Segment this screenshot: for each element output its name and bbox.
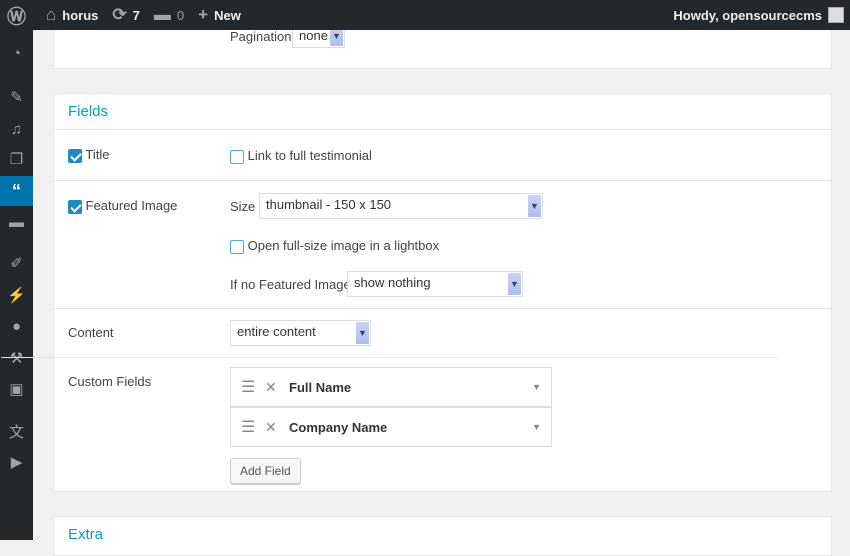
- updates-icon: ⟳: [112, 5, 127, 24]
- content-value: entire content: [237, 324, 316, 339]
- chevron-down-icon: ▼: [528, 195, 541, 217]
- users-icon[interactable]: ●: [0, 311, 33, 341]
- remove-x-icon[interactable]: ✕: [265, 419, 289, 436]
- add-field-button[interactable]: Add Field: [230, 458, 301, 484]
- new-content-link[interactable]: + New: [191, 0, 248, 30]
- no-image-value: show nothing: [354, 275, 431, 290]
- dashboard-icon[interactable]: ◔: [0, 38, 33, 68]
- extra-heading: Extra: [68, 526, 104, 543]
- lightbox-checkbox[interactable]: Open full-size image in a lightbox: [230, 238, 439, 254]
- pages-icon[interactable]: ❐: [0, 144, 33, 174]
- link-label: Link to full testimonial: [247, 148, 372, 163]
- expand-triangle-icon[interactable]: ▼: [532, 422, 541, 432]
- pagination-label: Pagination: [230, 29, 292, 44]
- custom-fields-row: Custom Fields ☰ ✕ Full Name ▼ ☰ ✕ Company Nam…: [1, 357, 778, 493]
- custom-field-item[interactable]: ☰ ✕ Company Name ▼: [230, 407, 552, 447]
- drag-handle-icon[interactable]: ☰: [241, 377, 265, 397]
- size-select[interactable]: thumbnail - 150 x 150 ▼: [259, 193, 543, 219]
- size-value: thumbnail - 150 x 150: [266, 197, 392, 212]
- wordpress-icon: Ⓦ: [7, 6, 27, 28]
- comments-count: 0: [176, 7, 185, 23]
- custom-field-item[interactable]: ☰ ✕ Full Name ▼: [230, 367, 552, 407]
- no-image-label: If no Featured Image: [230, 277, 351, 292]
- featured-image-label: Featured Image: [85, 198, 178, 213]
- no-image-select[interactable]: show nothing ▼: [347, 271, 523, 297]
- link-full-testimonial-checkbox[interactable]: Link to full testimonial: [230, 148, 372, 164]
- remove-x-icon[interactable]: ✕: [265, 379, 289, 396]
- checkbox-unchecked[interactable]: [230, 149, 244, 164]
- size-label: Size: [230, 199, 256, 214]
- content-row: Content entire content ▼: [54, 308, 831, 357]
- plugins-icon[interactable]: ⚡: [0, 280, 33, 310]
- avatar: [828, 7, 844, 23]
- comments-link[interactable]: ▬ 0: [147, 0, 191, 30]
- title-label: Title: [85, 147, 110, 162]
- updates-count: 7: [132, 7, 140, 23]
- title-row: Title Link to full testimonial: [54, 130, 831, 180]
- site-name-link[interactable]: ⌂ horus: [39, 0, 105, 30]
- title-checkbox[interactable]: Title: [68, 147, 109, 163]
- lightbox-label: Open full-size image in a lightbox: [247, 238, 440, 253]
- testimonials-quote-icon[interactable]: “: [0, 176, 33, 206]
- plus-icon: +: [198, 5, 209, 24]
- checkbox-checked[interactable]: [68, 148, 82, 163]
- expand-triangle-icon[interactable]: ▼: [532, 382, 541, 392]
- checkbox-checked[interactable]: [68, 199, 82, 214]
- appearance-brush-icon[interactable]: ✐: [0, 248, 33, 278]
- custom-field-name: Company Name: [289, 419, 388, 435]
- new-label: New: [214, 7, 241, 23]
- howdy-text: Howdy, opensourcecms: [673, 7, 822, 23]
- content-label: Content: [68, 325, 114, 340]
- home-icon: ⌂: [46, 5, 57, 24]
- fields-panel: Fields Title Link to full testimonial Fe…: [1, 93, 832, 492]
- chevron-down-icon: ▼: [356, 322, 369, 344]
- checkbox-unchecked[interactable]: [230, 239, 244, 254]
- wordpress-logo-button[interactable]: Ⓦ: [0, 0, 39, 30]
- featured-image-checkbox[interactable]: Featured Image: [68, 198, 177, 214]
- chevron-down-icon: ▼: [508, 273, 521, 295]
- content-select[interactable]: entire content ▼: [230, 320, 371, 346]
- pagination-value: none: [299, 28, 328, 43]
- extra-panel: Extra: [53, 516, 832, 556]
- featured-image-row: Featured Image Size thumbnail - 150 x 15…: [54, 180, 831, 308]
- custom-fields-label: Custom Fields: [68, 374, 152, 389]
- media-icon[interactable]: ♫: [0, 114, 33, 144]
- drag-handle-icon[interactable]: ☰: [241, 417, 265, 437]
- admin-bar: Ⓦ ⌂ horus ⟳ 7 ▬ 0 + New Howdy, opensourcecms: [0, 0, 850, 30]
- posts-pin-icon[interactable]: ✎: [0, 82, 33, 112]
- comment-icon: ▬: [153, 5, 171, 24]
- site-name: horus: [62, 7, 99, 23]
- custom-field-name: Full Name: [289, 379, 352, 395]
- fields-heading: Fields: [54, 94, 831, 130]
- account-menu[interactable]: Howdy, opensourcecms: [666, 0, 850, 30]
- updates-link[interactable]: ⟳ 7: [105, 0, 146, 30]
- comments-icon[interactable]: ▬: [0, 207, 33, 237]
